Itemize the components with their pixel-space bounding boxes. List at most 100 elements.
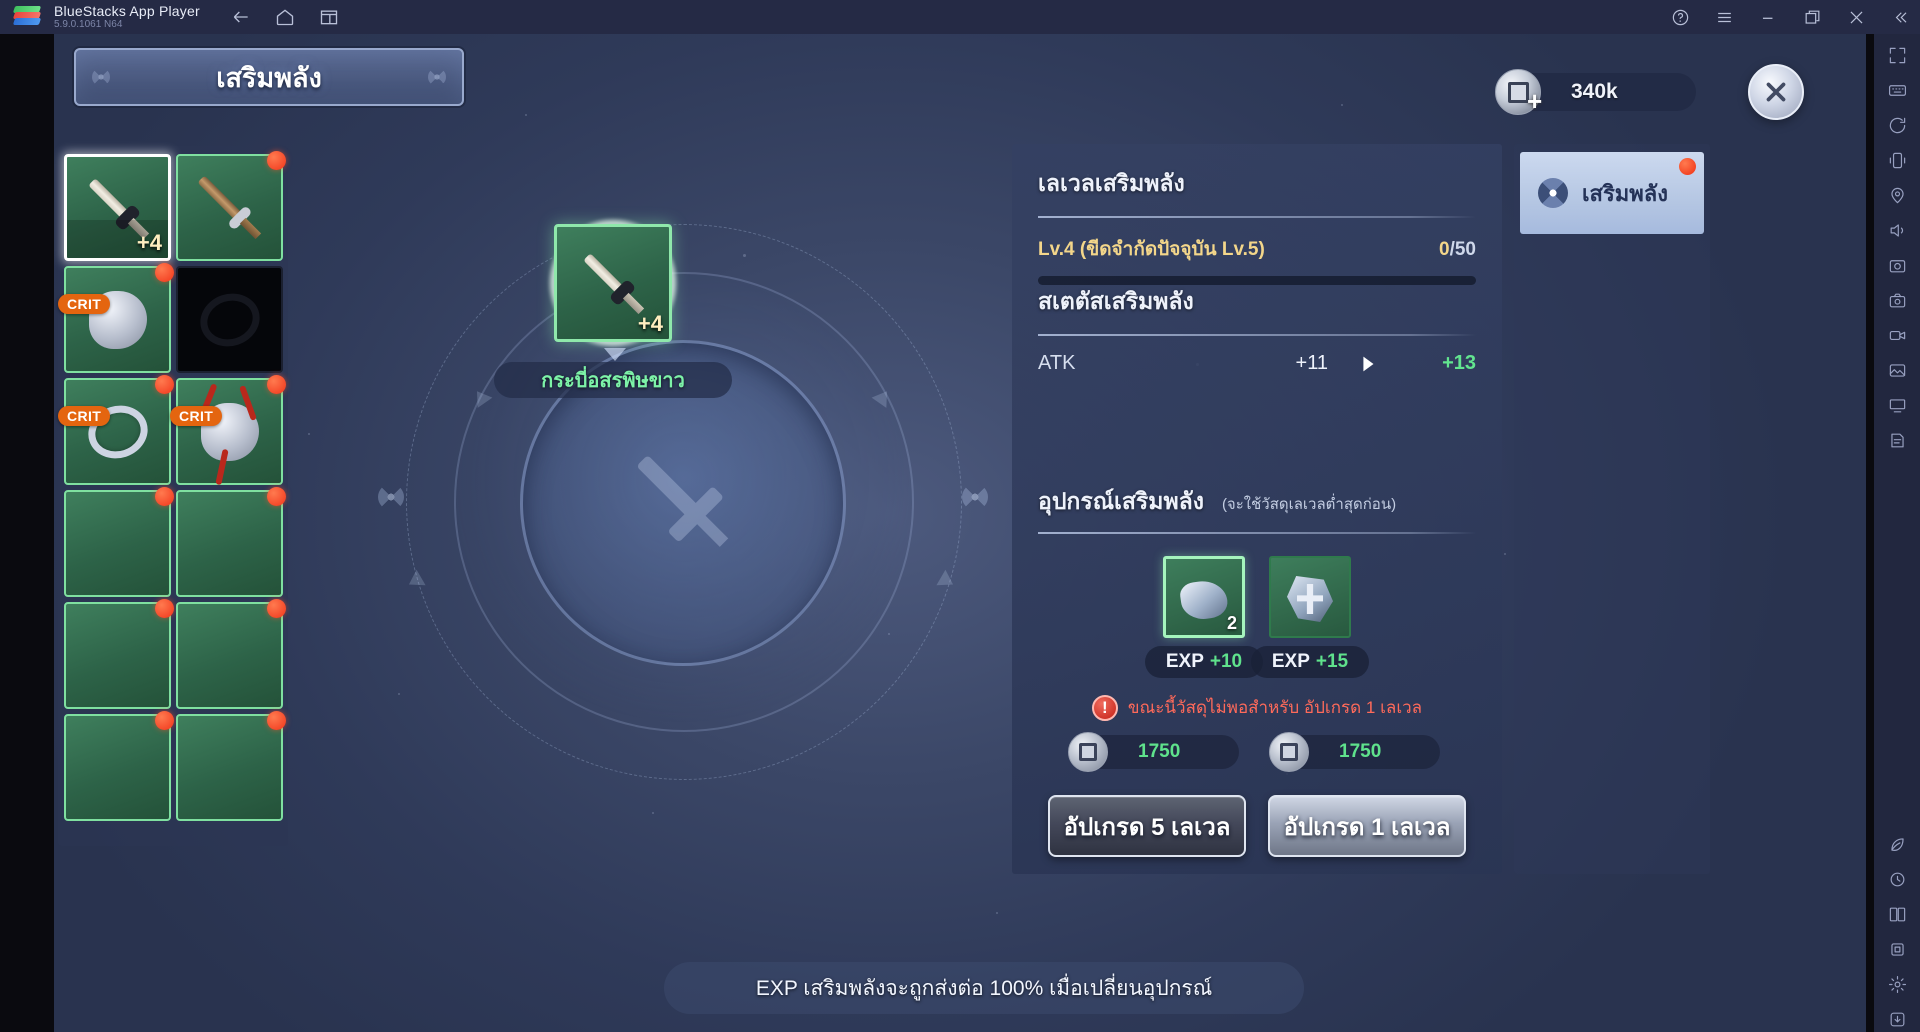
item-art-helmet-hair	[66, 492, 169, 595]
warning-text: ขณะนี้วัสดุไม่พอสำหรับ อัปเกรด 1 เลเวล	[1127, 698, 1423, 717]
level-row: Lv.4 (ขีดจำกัดปัจจุบัน Lv.5) 0/50	[1038, 234, 1476, 264]
equipment-slot-chest-armor[interactable]	[176, 487, 286, 597]
focus-item-slot[interactable]: +4	[554, 224, 672, 342]
equipment-slot-helmet-hair[interactable]	[64, 487, 174, 597]
upgrade-5-levels-button[interactable]: อัปเกรด 5 เลเวล	[1048, 795, 1246, 857]
copy-to-pc-icon[interactable]	[1884, 392, 1910, 418]
warning-icon: !	[1091, 694, 1118, 721]
focused-item[interactable]: +4 กระบี่อสรพิษขาว	[494, 208, 732, 398]
equipment-slot-pendant-ornament[interactable]: CRIT	[170, 375, 286, 485]
cost-row: 1750 1750	[1038, 732, 1476, 772]
notification-dot	[267, 599, 286, 618]
macro-icon[interactable]	[1884, 866, 1910, 892]
material-slots: 2 EXP +10 EXP +15	[1038, 556, 1476, 678]
help-icon[interactable]	[1670, 7, 1690, 27]
info-banner-text: EXP เสริมพลังจะถูกส่งต่อ 100% เมื่อเปลี่…	[755, 976, 1213, 1000]
equipment-slot-robe-armor[interactable]	[64, 599, 174, 709]
stat-rows: ATK +11 +13	[1038, 352, 1476, 375]
stat-section: สเตตัสเสริมพลัง ATK +11 +13	[1038, 284, 1476, 375]
material-enhance-stone-low[interactable]: 2 EXP +10	[1145, 556, 1263, 678]
currency-display[interactable]: + 340k	[1495, 69, 1696, 115]
app-version: 5.9.0.1061 N64	[54, 18, 123, 30]
material-slot[interactable]	[1269, 556, 1351, 638]
collapse-sidebar-icon[interactable]	[1890, 7, 1910, 27]
shake-icon[interactable]	[1884, 147, 1910, 173]
close-panel-button[interactable]	[1748, 64, 1804, 120]
equipment-slot-necklace[interactable]: CRIT	[58, 263, 174, 373]
equipment-slot-ring-empty-slot[interactable]	[176, 266, 283, 373]
item-art-boots-armor	[178, 716, 281, 819]
close-window-icon[interactable]	[1846, 7, 1866, 27]
notification-dot	[155, 599, 174, 618]
material-slot[interactable]: 2	[1163, 556, 1245, 638]
video-record-icon[interactable]	[1884, 322, 1910, 348]
item-art-belt-armor	[66, 716, 169, 819]
eco-mode-icon[interactable]	[1884, 831, 1910, 857]
multi-instance-icon[interactable]	[318, 6, 340, 28]
keyboard-controls-icon[interactable]	[1884, 77, 1910, 103]
fullscreen-icon[interactable]	[1884, 42, 1910, 68]
silver-coin-icon	[1068, 732, 1108, 772]
camera-icon[interactable]	[1884, 287, 1910, 313]
equipment-slot-weapon-sword-white-viper[interactable]: +4	[64, 154, 171, 261]
bluestacks-title-block: BlueStacks App Player 5.9.0.1061 N64	[54, 4, 200, 30]
notification-dot	[267, 711, 286, 730]
home-icon[interactable]	[274, 6, 296, 28]
focus-enhance-level: +4	[637, 311, 663, 336]
multi-instance-sync-icon[interactable]	[1884, 901, 1910, 927]
notification-dot	[155, 487, 174, 506]
crit-badge: CRIT	[58, 294, 111, 314]
level-section: เลเวลเสริมพลัง Lv.4 (ขีดจำกัดปัจจุบัน Lv…	[1038, 166, 1476, 285]
material-enhance-stone-high[interactable]: EXP +15	[1251, 556, 1369, 678]
stat-row-atk: ATK +11 +13	[1038, 352, 1476, 375]
maximize-icon[interactable]	[1802, 7, 1822, 27]
material-section-note: (จะใช้วัสดุเลเวลต่ำสุดก่อน)	[1221, 496, 1397, 513]
item-art-pendant-ornament	[178, 380, 281, 485]
stat-current-value: +11	[1295, 352, 1328, 374]
material-exp-pill: EXP +10	[1145, 646, 1263, 678]
bluestacks-sidebar	[1874, 34, 1920, 1032]
exp-label: EXP	[1165, 651, 1204, 672]
exp-label: EXP	[1271, 651, 1310, 672]
tab-enhance[interactable]: เสริมพลัง	[1520, 152, 1704, 234]
screenshot-icon[interactable]	[1884, 252, 1910, 278]
tab-list: เสริมพลัง	[1514, 152, 1710, 234]
location-icon[interactable]	[1884, 182, 1910, 208]
menu-icon[interactable]	[1714, 7, 1734, 27]
notification-dot	[267, 487, 286, 506]
minimize-icon[interactable]	[1758, 7, 1778, 27]
focus-item-name: กระบี่อสรพิษขาว	[494, 362, 732, 398]
stat-arrow-icon	[1328, 353, 1408, 375]
stat-label: ATK	[1038, 352, 1076, 374]
trim-memory-icon[interactable]	[1884, 936, 1910, 962]
material-divider	[1038, 532, 1476, 534]
volume-icon[interactable]	[1884, 217, 1910, 243]
item-art-necklace	[66, 268, 169, 371]
item-art-gloves-armor	[178, 604, 281, 707]
slot-enhance-level: +4	[136, 230, 162, 255]
rotate-icon[interactable]	[1884, 112, 1910, 138]
notification-dot	[155, 375, 174, 394]
enhance-icon	[1538, 178, 1568, 208]
app-title: BlueStacks App Player	[54, 2, 200, 19]
currency-amount: 340k	[1571, 80, 1618, 103]
equipment-slot-weapon-spear[interactable]	[176, 151, 286, 261]
stat-divider	[1038, 334, 1476, 336]
equipment-slot-gloves-armor[interactable]	[176, 599, 286, 709]
level-text: Lv.4 (ขีดจำกัดปัจจุบัน Lv.5)	[1038, 239, 1265, 260]
cost-upgrade-1: 1750	[1269, 732, 1440, 772]
script-icon[interactable]	[1884, 427, 1910, 453]
exp-current: 0	[1439, 239, 1450, 260]
settings-icon[interactable]	[1884, 971, 1910, 997]
add-currency-icon[interactable]: +	[1527, 88, 1551, 115]
back-icon[interactable]	[230, 6, 252, 28]
equipment-slot-ring-silver[interactable]: CRIT	[58, 375, 174, 485]
item-art-weapon-spear	[178, 156, 281, 259]
item-art-ring-silver	[66, 380, 169, 483]
apk-install-icon[interactable]	[1884, 1006, 1910, 1032]
gallery-icon[interactable]	[1884, 357, 1910, 383]
upgrade-1-level-button[interactable]: อัปเกรด 1 เลเวล	[1268, 795, 1466, 857]
equipment-slot-boots-armor[interactable]	[176, 711, 286, 821]
equipment-slot-belt-armor[interactable]	[64, 711, 174, 821]
bluestacks-window: BlueStacks App Player 5.9.0.1061 N64 เสร…	[0, 0, 1920, 1032]
